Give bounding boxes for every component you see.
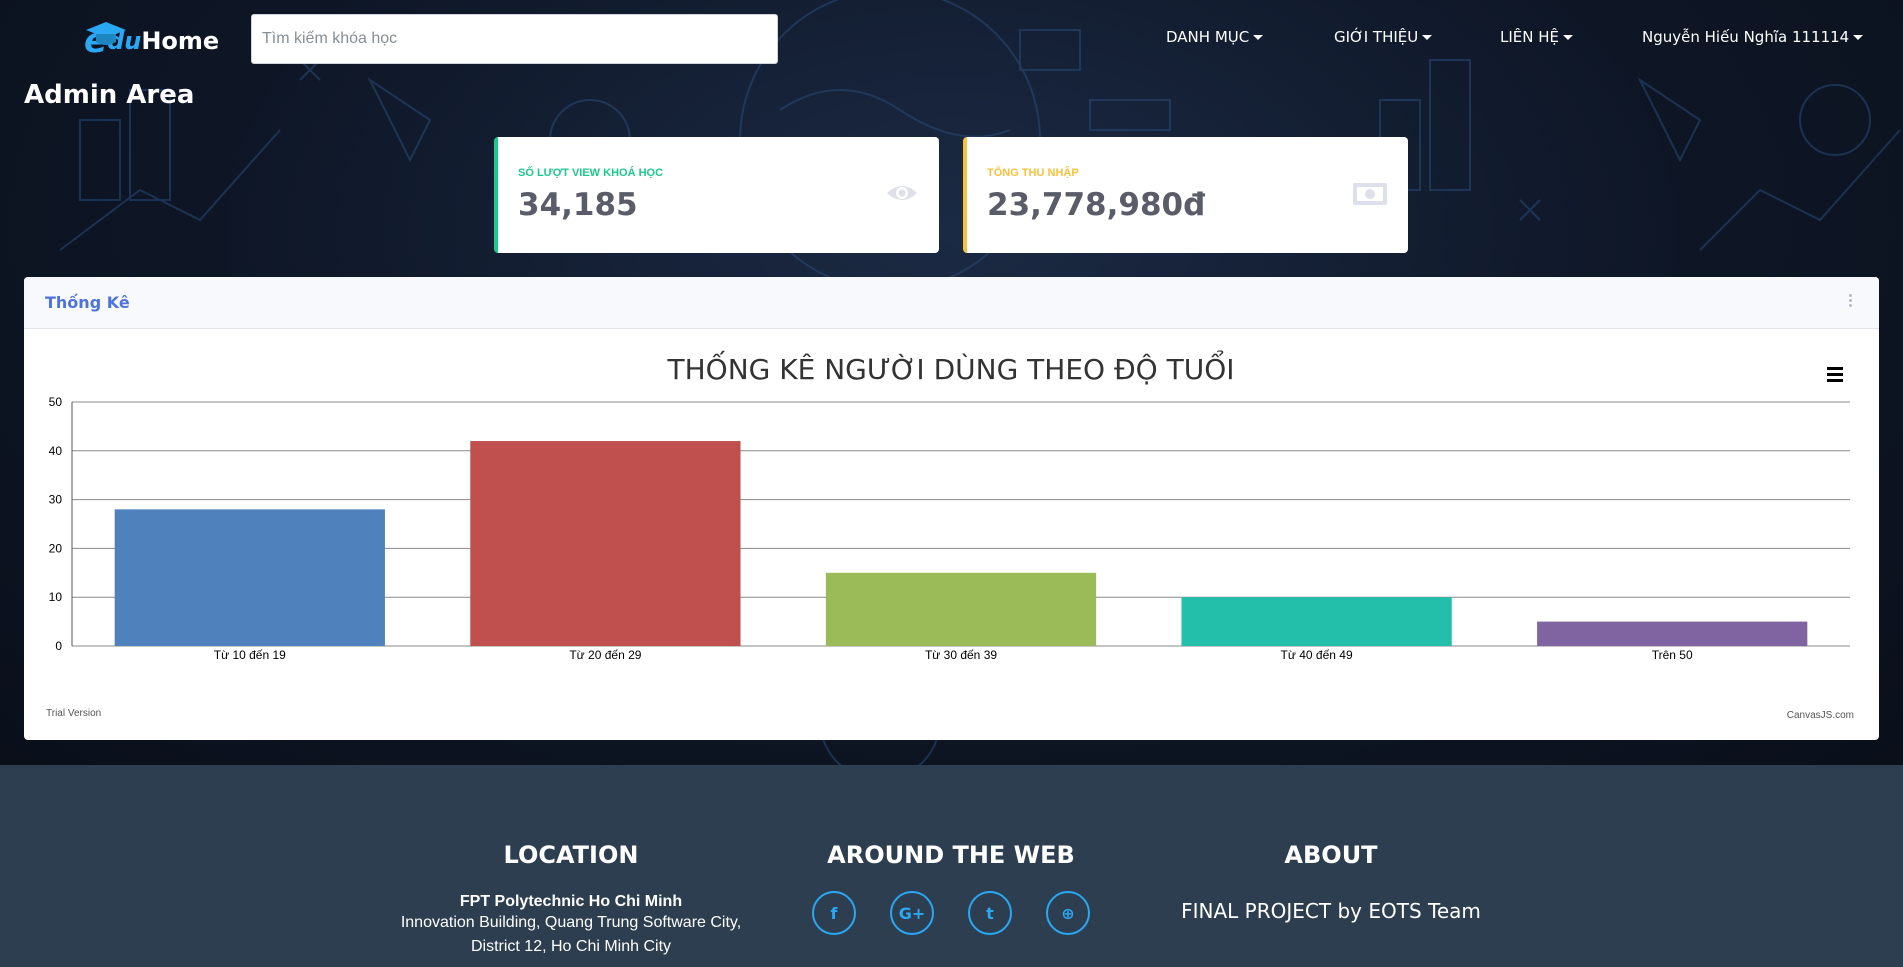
caret-down-icon	[1422, 34, 1433, 40]
search-input[interactable]	[251, 14, 778, 64]
page-title: Admin Area	[24, 80, 195, 110]
footer-location-heading: LOCATION	[503, 841, 639, 869]
hero-background: eduHome DANH MỤC GIỚI THIỆU LIÊN HỆ Nguy…	[0, 0, 1903, 765]
social-links: f G+ t ⊕	[801, 891, 1101, 935]
age-bar-chart: THỐNG KÊ NGƯỜI DÙNG THEO ĐỘ TUỔI Từ 10 đ…	[46, 349, 1854, 721]
y-tick-label: 20	[49, 541, 63, 555]
eye-icon	[887, 186, 917, 200]
canvasjs-credit-link[interactable]: CanvasJS.com	[1787, 710, 1854, 721]
y-tick-label: 40	[49, 444, 63, 458]
stat-card-views: Số lượt view khoá học 34,185	[494, 137, 939, 253]
x-tick-label: Từ 30 đến 39	[925, 648, 997, 662]
money-bill-icon	[1353, 183, 1387, 205]
caret-down-icon	[1563, 34, 1574, 40]
about-text: FINAL PROJECT by EOTS Team	[1181, 899, 1481, 923]
bar-2[interactable]	[470, 441, 741, 646]
nav-lien-he[interactable]: LIÊN HỆ	[1500, 28, 1574, 46]
location-address-line1: Innovation Building, Quang Trung Softwar…	[400, 914, 742, 931]
x-tick-label: Từ 40 đến 49	[1281, 648, 1353, 662]
stat-card-income: Tổng thu nhập 23,778,980đ	[963, 137, 1408, 253]
chart-title: THỐNG KÊ NGƯỜI DÙNG THEO ĐỘ TUỔI	[667, 349, 1235, 386]
stat-value: 34,185	[518, 187, 638, 223]
facebook-icon[interactable]: f	[812, 891, 856, 935]
bar-5[interactable]	[1537, 621, 1808, 646]
location-address-line2: District 12, Ho Chi Minh City	[470, 938, 672, 955]
y-tick-label: 50	[49, 395, 63, 409]
logo-home: Home	[141, 27, 220, 55]
panel-title: Thống Kê	[45, 293, 130, 312]
footer: LOCATION FPT Polytechnic Ho Chi Minh Inn…	[0, 765, 1903, 967]
y-tick-label: 10	[49, 590, 63, 604]
footer-around-the-web: AROUND THE WEB f G+ t ⊕	[801, 841, 1101, 935]
bar-3[interactable]	[825, 572, 1097, 646]
vertical-dots-icon[interactable]	[1849, 294, 1853, 309]
caret-down-icon	[1853, 34, 1864, 40]
google-plus-icon[interactable]: G+	[890, 891, 934, 935]
panel-header: Thống Kê	[24, 277, 1879, 329]
footer-about-heading: ABOUT	[1284, 841, 1378, 869]
nav-danh-muc[interactable]: DANH MỤC	[1166, 28, 1264, 46]
bar-4[interactable]	[1181, 597, 1452, 646]
footer-about: ABOUT FINAL PROJECT by EOTS Team	[1181, 841, 1481, 923]
caret-down-icon	[1253, 34, 1264, 40]
y-tick-label: 30	[49, 493, 63, 507]
stat-value: 23,778,980đ	[987, 187, 1206, 223]
x-tick-label: Từ 10 đến 19	[214, 648, 286, 662]
chart-container: THỐNG KÊ NGƯỜI DÙNG THEO ĐỘ TUỔI Từ 10 đ…	[24, 329, 1879, 740]
graduation-cap-icon	[86, 22, 126, 45]
footer-web-heading: AROUND THE WEB	[827, 841, 1075, 869]
x-tick-label: Trên 50	[1652, 648, 1693, 662]
nav-user-menu[interactable]: Nguyễn Hiếu Nghĩa 111114	[1642, 28, 1864, 46]
logo[interactable]: e duHome	[84, 20, 219, 62]
hamburger-menu-icon[interactable]	[1827, 367, 1843, 382]
location-name: FPT Polytechnic Ho Chi Minh	[459, 893, 683, 910]
footer-location: LOCATION FPT Polytechnic Ho Chi Minh Inn…	[371, 841, 771, 959]
dribbble-icon[interactable]: ⊕	[1046, 891, 1090, 935]
stats-panel: Thống Kê THỐNG KÊ NGƯỜI DÙNG THEO ĐỘ TUỔ…	[24, 277, 1879, 740]
stat-label: Số lượt view khoá học	[518, 167, 664, 179]
trial-version-label: Trial Version	[46, 708, 101, 719]
x-tick-label: Từ 20 đến 29	[569, 648, 641, 662]
y-tick-label: 0	[55, 639, 62, 653]
twitter-icon[interactable]: t	[968, 891, 1012, 935]
nav-gioi-thieu[interactable]: GIỚI THIỆU	[1334, 28, 1433, 46]
bar-1[interactable]	[114, 509, 385, 646]
stat-label: Tổng thu nhập	[987, 167, 1079, 179]
